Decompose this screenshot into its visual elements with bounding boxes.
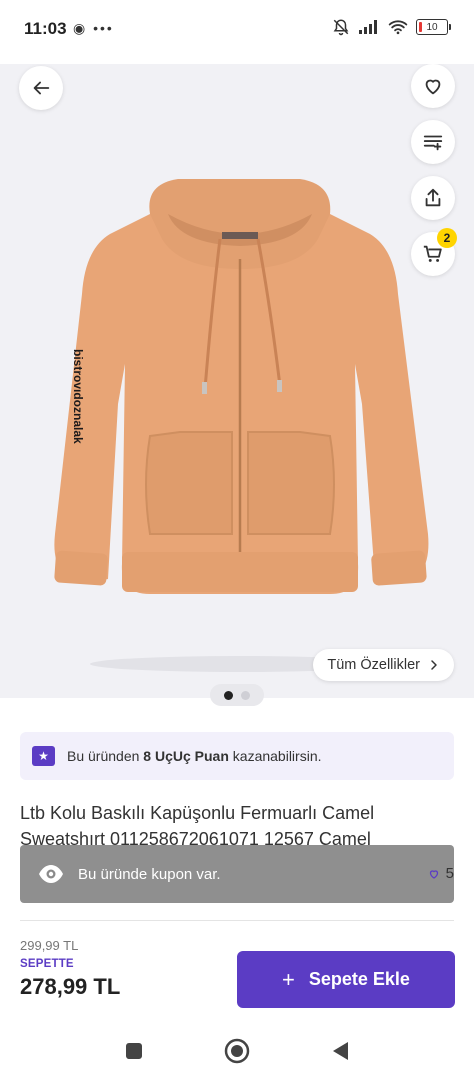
points-banner: ★ Bu üründen 8 UçUç Puan kazanabilirsin. (20, 732, 454, 780)
heart-small-icon (429, 869, 438, 879)
price-area: 299,99 TL SEPETTE 278,99 TL (20, 938, 120, 1000)
wifi-icon (388, 20, 408, 35)
battery-level: 10 (426, 21, 438, 33)
coupon-toast[interactable]: Bu üründe kupon var. (20, 845, 454, 903)
coupon-text: Bu üründe kupon var. (78, 865, 221, 883)
cart-count-badge: 2 (437, 228, 457, 248)
carousel-indicator[interactable] (210, 684, 264, 706)
cart-price-label: SEPETTE (20, 958, 74, 970)
add-to-cart-label: Sepete Ekle (308, 969, 410, 989)
status-right-icons: 10 (332, 18, 451, 36)
recents-icon[interactable] (124, 1041, 144, 1061)
cart-price: 278,99 TL (20, 974, 121, 999)
system-nav-bar (0, 1024, 474, 1080)
chevron-right-icon (431, 660, 437, 670)
home-icon[interactable] (224, 1038, 250, 1064)
cart-button[interactable]: 2 (411, 228, 457, 276)
product-image-gallery[interactable]: bistrovıdoznalak 2 Tüm Özellikler (0, 64, 474, 698)
notification-icons: ◉ ••• (73, 20, 114, 36)
favorite-button[interactable] (411, 64, 455, 108)
points-text: Bu üründen 8 UçUç Puan kazanabilirsin. (67, 748, 322, 764)
back-button[interactable] (19, 66, 63, 110)
signal-icon (359, 20, 377, 34)
arrow-left-icon (33, 81, 50, 95)
divider (20, 920, 454, 921)
sleeve-print-text: bistrovıdoznalak (71, 349, 85, 444)
status-bar: 11:03 ◉ ••• 10 (0, 0, 474, 64)
all-features-label: Tüm Özellikler (327, 657, 420, 673)
eye-icon (39, 865, 63, 883)
silent-bell-icon (333, 19, 349, 36)
all-features-button[interactable]: Tüm Özellikler (313, 649, 454, 681)
back-nav-icon[interactable] (330, 1040, 350, 1062)
add-to-list-button[interactable] (411, 120, 455, 164)
old-price: 299,99 TL (20, 938, 79, 953)
carousel-dot-active[interactable] (224, 690, 233, 700)
plus-icon: + (282, 966, 295, 992)
points-amount: 8 UçUç Puan (143, 748, 229, 764)
carousel-dot[interactable] (241, 690, 250, 700)
share-button[interactable] (411, 176, 455, 220)
favorite-count: 5 (428, 865, 454, 882)
share-icon (425, 188, 441, 207)
list-add-icon (423, 135, 443, 151)
add-to-cart-button[interactable]: + Sepete Ekle (237, 951, 455, 1008)
battery-icon: 10 (416, 19, 451, 35)
heart-icon (425, 79, 441, 95)
status-time: 11:03 (24, 19, 67, 38)
hoodie-product-image: bistrovıdoznalak (54, 179, 429, 672)
star-ticket-icon: ★ (32, 746, 55, 766)
